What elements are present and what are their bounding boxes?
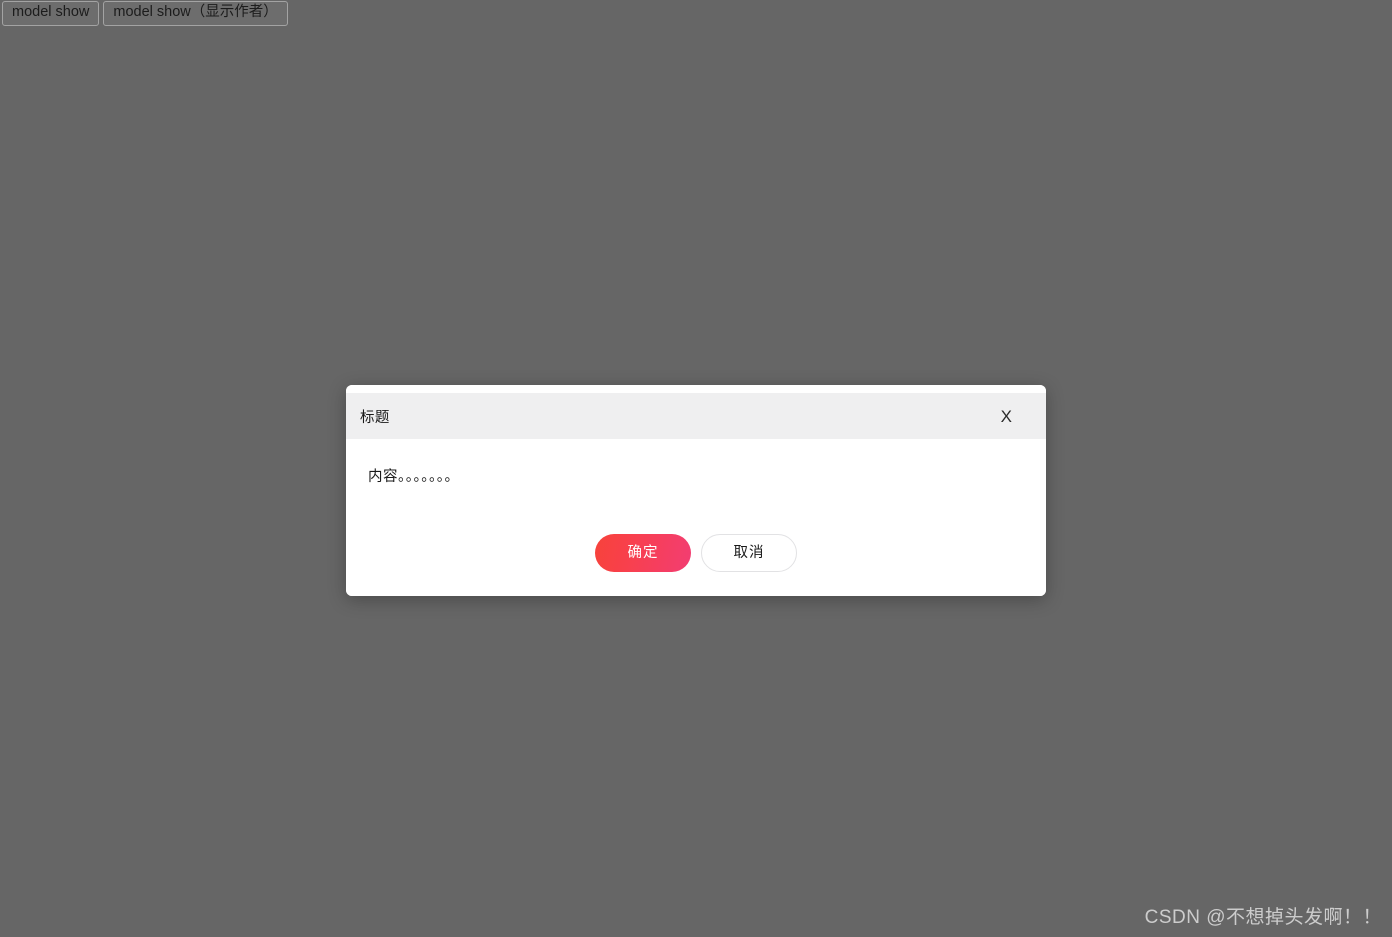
model-show-author-button[interactable]: model show（显示作者）: [103, 1, 288, 26]
dialog-header: 标题 X: [346, 393, 1046, 439]
confirm-button[interactable]: 确定: [595, 534, 691, 572]
dialog-title: 标题: [360, 409, 390, 426]
dialog-top-spacer: [346, 385, 1046, 393]
dialog-footer: 确定 取消: [346, 511, 1046, 596]
cancel-button[interactable]: 取消: [701, 534, 797, 572]
watermark: CSDN @不想掉头发啊！！: [1144, 907, 1382, 928]
modal-dialog: 标题 X 内容。。。。。。。 确定 取消: [346, 385, 1046, 596]
toolbar: model show model show（显示作者）: [0, 0, 288, 26]
close-icon[interactable]: X: [997, 406, 1016, 427]
dialog-content-text: 内容。。。。。。。: [368, 469, 460, 485]
dialog-body: 内容。。。。。。。: [346, 439, 1046, 511]
model-show-button[interactable]: model show: [2, 1, 100, 26]
